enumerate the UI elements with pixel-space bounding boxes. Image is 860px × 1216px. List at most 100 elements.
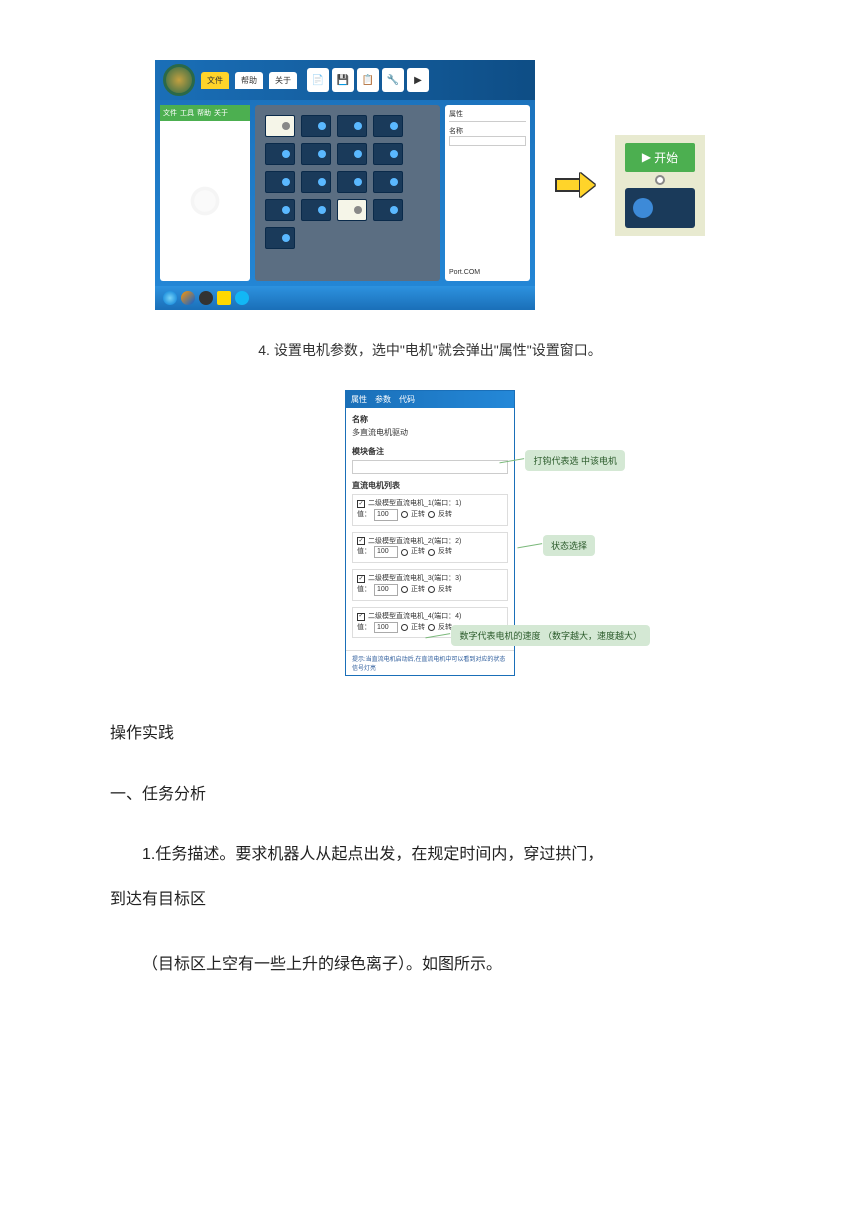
motor-checkbox[interactable]: ✓: [357, 537, 365, 545]
tool-icon-3[interactable]: 📋: [357, 68, 379, 92]
properties-panel: 属性 名称 Port.COM: [445, 105, 530, 281]
left-menu-1[interactable]: 文件: [163, 108, 177, 118]
props-label: 名称: [449, 126, 526, 136]
component-item[interactable]: [337, 115, 367, 137]
component-item[interactable]: [373, 115, 403, 137]
settings-tab-3[interactable]: 代码: [399, 394, 415, 405]
left-sidebar: 文件 工具 帮助 关于: [160, 105, 250, 281]
tab-about[interactable]: 关于: [269, 72, 297, 89]
motor-item-1: ✓ 二级模型直流电机_1(端口：1) 值： 100 正转 反转: [352, 494, 508, 526]
settings-tab-1[interactable]: 属性: [351, 394, 367, 405]
value-label: 值：: [357, 510, 371, 520]
figure-1-caption: 4. 设置电机参数，选中"电机"就会弹出"属性"设置窗口。: [0, 340, 860, 360]
radio-rev[interactable]: [428, 511, 435, 518]
motor-name: 二级模型直流电机_1(端口：1): [368, 499, 461, 509]
motor-item-2: ✓ 二级模型直流电机_2(端口：2) 值： 100 正转 反转: [352, 532, 508, 564]
motor-name: 二级模型直流电机_4(端口：4): [368, 612, 461, 622]
app-icon[interactable]: [199, 291, 213, 305]
motor-checkbox[interactable]: ✓: [357, 500, 365, 508]
motor-name: 二级模型直流电机_3(端口：3): [368, 574, 461, 584]
component-palette: [255, 105, 440, 281]
annotation-checkbox: 打钩代表选 中该电机: [525, 450, 625, 471]
section-title-1: 一、任务分析: [110, 777, 750, 812]
component-item[interactable]: [373, 199, 403, 221]
value-label: 值：: [357, 547, 371, 557]
app-titlebar: 文件 帮助 关于 📄 💾 📋 🔧 ▶: [155, 60, 535, 100]
gear-icon: [180, 176, 230, 226]
motor-name: 二级模型直流电机_2(端口：2): [368, 537, 461, 547]
left-menu-2[interactable]: 工具: [180, 108, 194, 118]
settings-title: 名称: [352, 414, 508, 425]
firefox-icon[interactable]: [181, 291, 195, 305]
arrow-right-icon: [555, 173, 595, 197]
props-footnote: Port.COM: [449, 269, 526, 276]
component-item[interactable]: [373, 171, 403, 193]
component-item[interactable]: [337, 143, 367, 165]
radio-rev[interactable]: [428, 586, 435, 593]
flowchart-preview: ▶ 开始: [615, 135, 705, 236]
radio-fwd[interactable]: [401, 586, 408, 593]
settings-subtitle: 多直流电机驱动: [352, 427, 508, 438]
radio-fwd[interactable]: [401, 511, 408, 518]
note-label: 模块备注: [352, 446, 508, 457]
value-label: 值：: [357, 623, 371, 633]
settings-tab-2[interactable]: 参数: [375, 394, 391, 405]
app-window: 文件 帮助 关于 📄 💾 📋 🔧 ▶ 文件 工具 帮助 关于: [155, 60, 535, 310]
app-logo-icon: [163, 64, 195, 96]
paragraph-1-cont: 到达有目标区: [110, 882, 750, 917]
tool-icon-2[interactable]: 💾: [332, 68, 354, 92]
component-item[interactable]: [265, 171, 295, 193]
play-icon: ▶: [642, 150, 651, 164]
component-item[interactable]: [337, 171, 367, 193]
figure-2: ↖ 属性 参数 代码 名称 多直流电机驱动 模块备注 直流电机列表 ✓ 二级模型…: [0, 390, 860, 676]
value-label: 值：: [357, 585, 371, 595]
annotation-speed: 数字代表电机的速度 （数字越大，速度越大）: [451, 625, 650, 646]
flow-start-block[interactable]: ▶ 开始: [625, 143, 695, 172]
flow-motor-block[interactable]: [625, 188, 695, 228]
tab-file[interactable]: 文件: [201, 72, 229, 89]
value-input[interactable]: 100: [374, 622, 398, 634]
windows-icon[interactable]: [163, 291, 177, 305]
value-input[interactable]: 100: [374, 509, 398, 521]
value-input[interactable]: 100: [374, 584, 398, 596]
paragraph-1: 1.任务描述。要求机器人从起点出发，在规定时间内，穿过拱门，: [110, 837, 750, 872]
radio-fwd[interactable]: [401, 549, 408, 556]
component-item[interactable]: [265, 199, 295, 221]
component-item[interactable]: [265, 115, 295, 137]
value-input[interactable]: 100: [374, 546, 398, 558]
settings-hint: 提示:当直流电机启动后,在直流电机中可以看到对应的状态信号灯亮: [346, 650, 514, 675]
props-input[interactable]: [449, 136, 526, 146]
radio-rev[interactable]: [428, 549, 435, 556]
annotation-state: 状态选择: [543, 535, 595, 556]
component-item[interactable]: [373, 143, 403, 165]
document-text: 操作实践 一、任务分析 1.任务描述。要求机器人从起点出发，在规定时间内，穿过拱…: [0, 716, 860, 982]
radio-rev[interactable]: [428, 624, 435, 631]
tab-help[interactable]: 帮助: [235, 72, 263, 89]
component-item[interactable]: [301, 171, 331, 193]
folder-icon[interactable]: [217, 291, 231, 305]
paragraph-2: （目标区上空有一些上升的绿色离子）。如图所示。: [110, 947, 750, 982]
motor-item-3: ✓ 二级模型直流电机_3(端口：3) 值： 100 正转 反转: [352, 569, 508, 601]
figure-1: 文件 帮助 关于 📄 💾 📋 🔧 ▶ 文件 工具 帮助 关于: [0, 60, 860, 310]
motor-checkbox[interactable]: ✓: [357, 613, 365, 621]
component-item[interactable]: [265, 227, 295, 249]
component-item[interactable]: [337, 199, 367, 221]
tool-icon-1[interactable]: 📄: [307, 68, 329, 92]
note-input[interactable]: [352, 460, 508, 474]
component-item[interactable]: [301, 115, 331, 137]
tool-icon-5[interactable]: ▶: [407, 68, 429, 92]
component-item[interactable]: [301, 143, 331, 165]
component-item[interactable]: [265, 143, 295, 165]
left-menu-4[interactable]: 关于: [214, 108, 228, 118]
list-label: 直流电机列表: [352, 480, 508, 491]
props-header: 属性: [449, 109, 526, 122]
qq-icon[interactable]: [235, 291, 249, 305]
radio-fwd[interactable]: [401, 624, 408, 631]
component-item[interactable]: [301, 199, 331, 221]
connector-icon: [655, 175, 665, 185]
tool-icon-4[interactable]: 🔧: [382, 68, 404, 92]
taskbar: [155, 286, 535, 310]
heading-practice: 操作实践: [110, 716, 750, 751]
left-menu-3[interactable]: 帮助: [197, 108, 211, 118]
motor-checkbox[interactable]: ✓: [357, 575, 365, 583]
